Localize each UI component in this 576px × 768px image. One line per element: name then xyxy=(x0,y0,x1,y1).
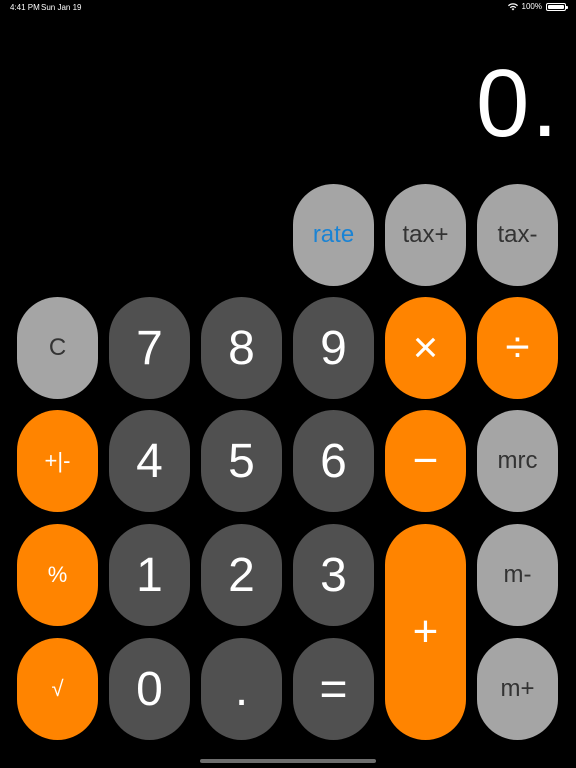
sqrt-button[interactable]: √ xyxy=(17,638,98,740)
digit-2-button[interactable]: 2 xyxy=(201,524,282,626)
digit-0-button[interactable]: 0 xyxy=(109,638,190,740)
digit-4-button[interactable]: 4 xyxy=(109,410,190,512)
plus-button[interactable]: + xyxy=(385,524,466,740)
digit-7-button[interactable]: 7 xyxy=(109,297,190,399)
m-plus-button[interactable]: m+ xyxy=(477,638,558,740)
minus-button[interactable]: − xyxy=(385,410,466,512)
equals-button[interactable]: = xyxy=(293,638,374,740)
battery-icon xyxy=(546,2,568,11)
digit-9-button[interactable]: 9 xyxy=(293,297,374,399)
digit-6-button[interactable]: 6 xyxy=(293,410,374,512)
mrc-button[interactable]: mrc xyxy=(477,410,558,512)
multiply-button[interactable]: × xyxy=(385,297,466,399)
decimal-button[interactable]: . xyxy=(201,638,282,740)
status-bar: 4:41 PM Sun Jan 19 100% xyxy=(0,0,576,14)
digit-3-button[interactable]: 3 xyxy=(293,524,374,626)
calculator-display: 0. xyxy=(475,50,560,157)
digit-5-button[interactable]: 5 xyxy=(201,410,282,512)
digit-8-button[interactable]: 8 xyxy=(201,297,282,399)
battery-percent: 100% xyxy=(521,2,542,11)
wifi-icon xyxy=(507,2,518,11)
clear-button[interactable]: C xyxy=(17,297,98,399)
plus-minus-button[interactable]: +|- xyxy=(17,410,98,512)
rate-button[interactable]: rate xyxy=(293,184,374,286)
divide-button[interactable]: ÷ xyxy=(477,297,558,399)
m-minus-button[interactable]: m- xyxy=(477,524,558,626)
home-indicator[interactable] xyxy=(200,759,376,763)
status-right: 100% xyxy=(507,2,568,11)
tax-minus-button[interactable]: tax- xyxy=(477,184,558,286)
tax-plus-button[interactable]: tax+ xyxy=(385,184,466,286)
digit-1-button[interactable]: 1 xyxy=(109,524,190,626)
status-date: Sun Jan 19 xyxy=(41,3,82,12)
percent-button[interactable]: % xyxy=(17,524,98,626)
status-time: 4:41 PM xyxy=(10,3,40,12)
